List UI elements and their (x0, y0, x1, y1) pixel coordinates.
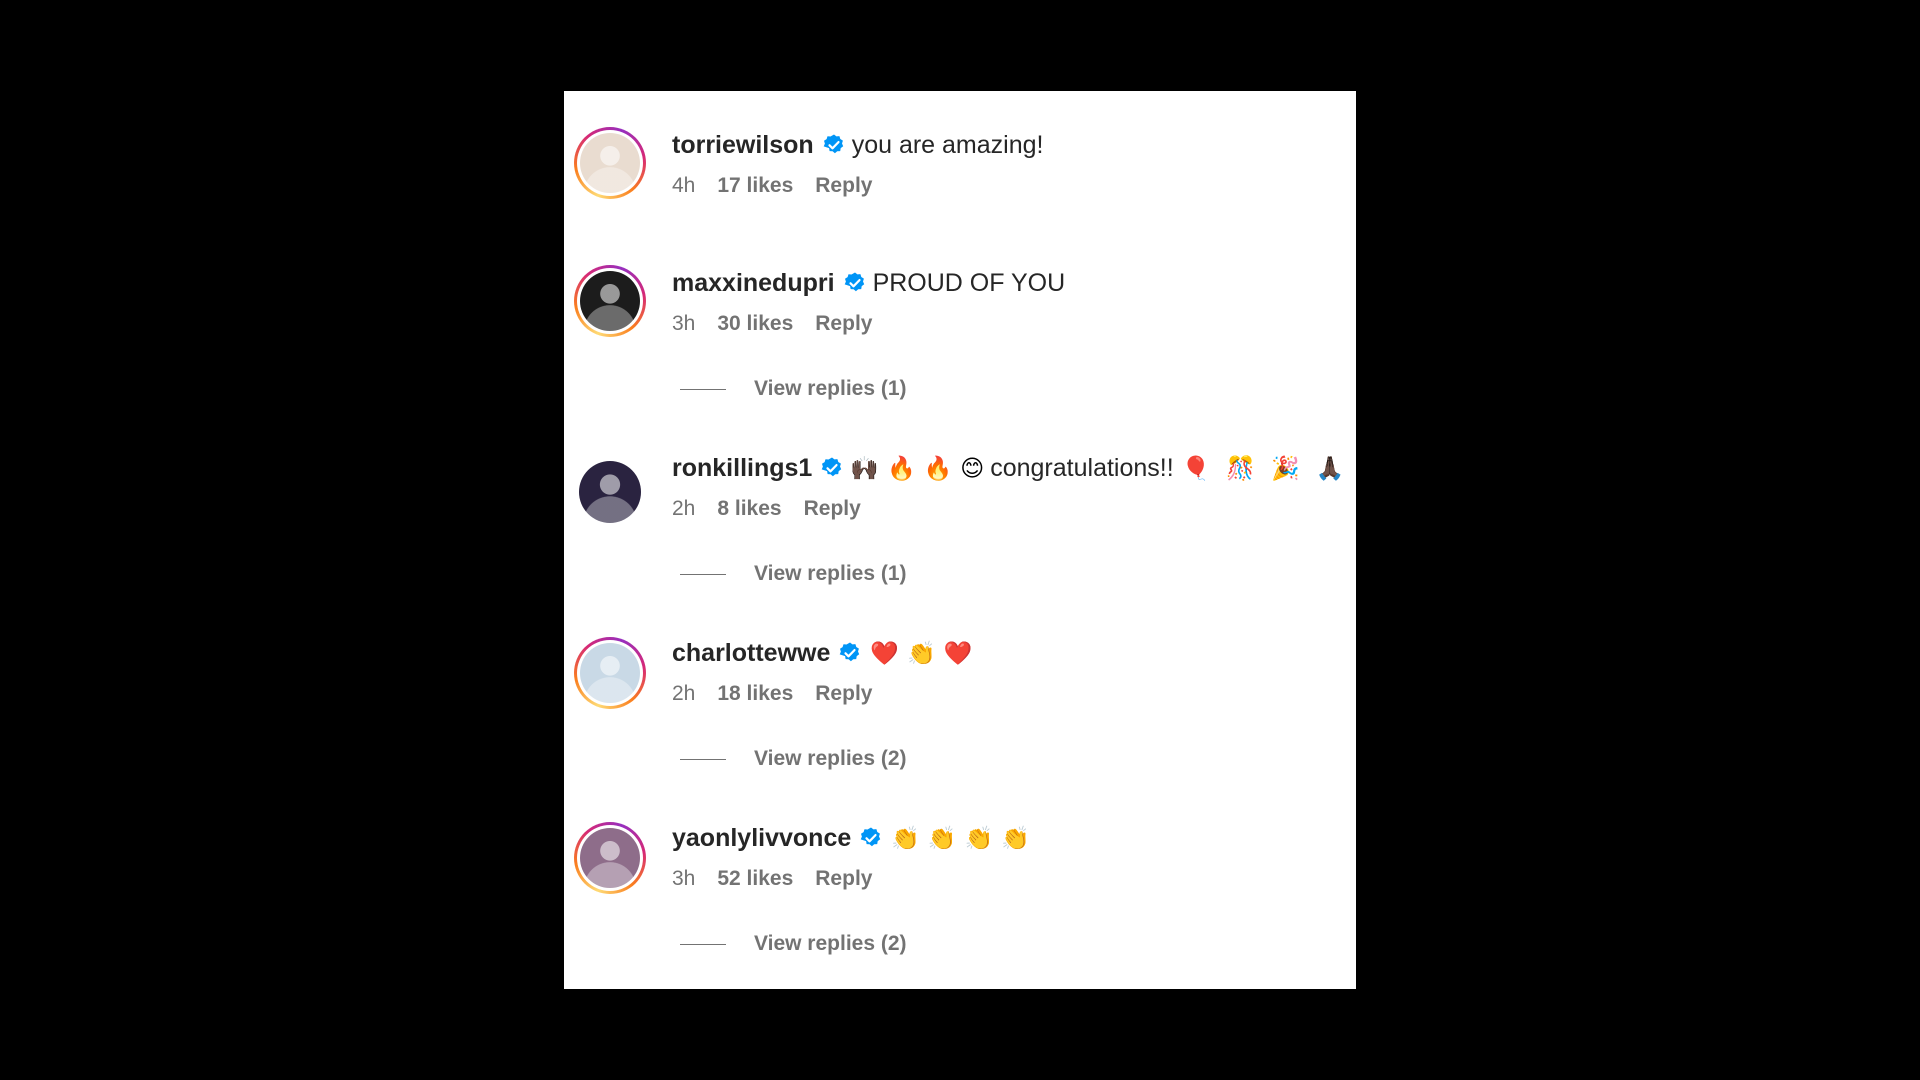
reply-button[interactable]: Reply (815, 867, 872, 891)
verified-badge-icon (822, 133, 846, 157)
view-replies-button[interactable]: View replies (1) (680, 559, 907, 589)
likes-count[interactable]: 30 likes (717, 312, 793, 336)
username-link[interactable]: ronkillings1 (672, 454, 812, 483)
timestamp: 2h (672, 682, 696, 705)
likes-count[interactable]: 52 likes (717, 867, 793, 891)
view-replies-label: View replies (2) (754, 747, 907, 770)
avatar[interactable] (574, 265, 646, 337)
comment-meta: 3h 30 likes Reply (672, 309, 872, 339)
emoji-icon: 🙌🏿 (850, 454, 879, 481)
username-link[interactable]: maxxinedupri (672, 269, 835, 298)
verified-badge-icon (843, 271, 867, 295)
comments-panel: torriewilson you are amazing! 4h 17 likes Re… (564, 91, 1356, 989)
divider-line (680, 943, 726, 945)
emoji-icon: 👏 (927, 824, 957, 851)
view-replies-label: View replies (1) (754, 562, 907, 585)
timestamp: 2h (672, 497, 696, 520)
avatar[interactable] (574, 127, 646, 199)
reply-button[interactable]: Reply (815, 682, 872, 706)
avatar[interactable] (574, 456, 646, 528)
timestamp: 3h (672, 867, 696, 890)
comment-meta: 3h 52 likes Reply (672, 864, 872, 894)
timestamp: 4h (672, 174, 696, 197)
emoji-icon: 🔥 (886, 454, 916, 481)
comment-text: congratulations!! (990, 453, 1174, 482)
username-link[interactable]: torriewilson (672, 131, 814, 160)
reply-button[interactable]: Reply (815, 312, 872, 336)
view-replies-label: View replies (1) (754, 377, 907, 400)
comment-meta: 2h 8 likes Reply (672, 494, 861, 524)
divider-line (680, 388, 726, 390)
divider-line (680, 758, 726, 760)
emoji-icon: 👏 (964, 824, 994, 851)
verified-badge-icon (838, 641, 862, 665)
verified-badge-icon (820, 456, 844, 480)
emoji-icon: 👏 (1001, 824, 1030, 851)
avatar[interactable] (574, 822, 646, 894)
emoji-icon: 🙏🏿 (1315, 454, 1345, 481)
likes-count[interactable]: 18 likes (717, 682, 793, 706)
reply-button[interactable]: Reply (804, 497, 861, 521)
view-replies-label: View replies (2) (754, 932, 907, 955)
comment-meta: 4h 17 likes Reply (672, 171, 872, 201)
view-replies-button[interactable]: View replies (2) (680, 744, 907, 774)
timestamp: 3h (672, 312, 696, 335)
emoji-icon: 👏 (891, 824, 920, 851)
emoji-icon: 👏 (907, 639, 936, 666)
emoji-icon: 😊 (960, 454, 985, 481)
emoji-icon: 🎈 (1181, 454, 1211, 481)
comment-text: you are amazing! (851, 130, 1044, 159)
comment-meta: 2h 18 likes Reply (672, 679, 872, 709)
username-link[interactable]: charlottewwe (672, 639, 830, 668)
likes-count[interactable]: 17 likes (717, 174, 793, 198)
avatar[interactable] (574, 637, 646, 709)
emoji-icon: 🎉 (1270, 454, 1300, 481)
verified-badge-icon (859, 826, 883, 850)
emoji-icon: 🎊 (1226, 454, 1255, 481)
divider-line (680, 573, 726, 575)
username-link[interactable]: yaonlylivvonce (672, 824, 851, 853)
emoji-icon: ❤️ (943, 639, 973, 666)
view-replies-button[interactable]: View replies (1) (680, 374, 907, 404)
emoji-icon: ❤️ (870, 639, 900, 666)
view-replies-button[interactable]: View replies (2) (680, 929, 907, 959)
likes-count[interactable]: 8 likes (717, 497, 781, 521)
comment-text: PROUD OF YOU (872, 268, 1066, 297)
emoji-icon: 🔥 (923, 454, 953, 481)
reply-button[interactable]: Reply (815, 174, 872, 198)
